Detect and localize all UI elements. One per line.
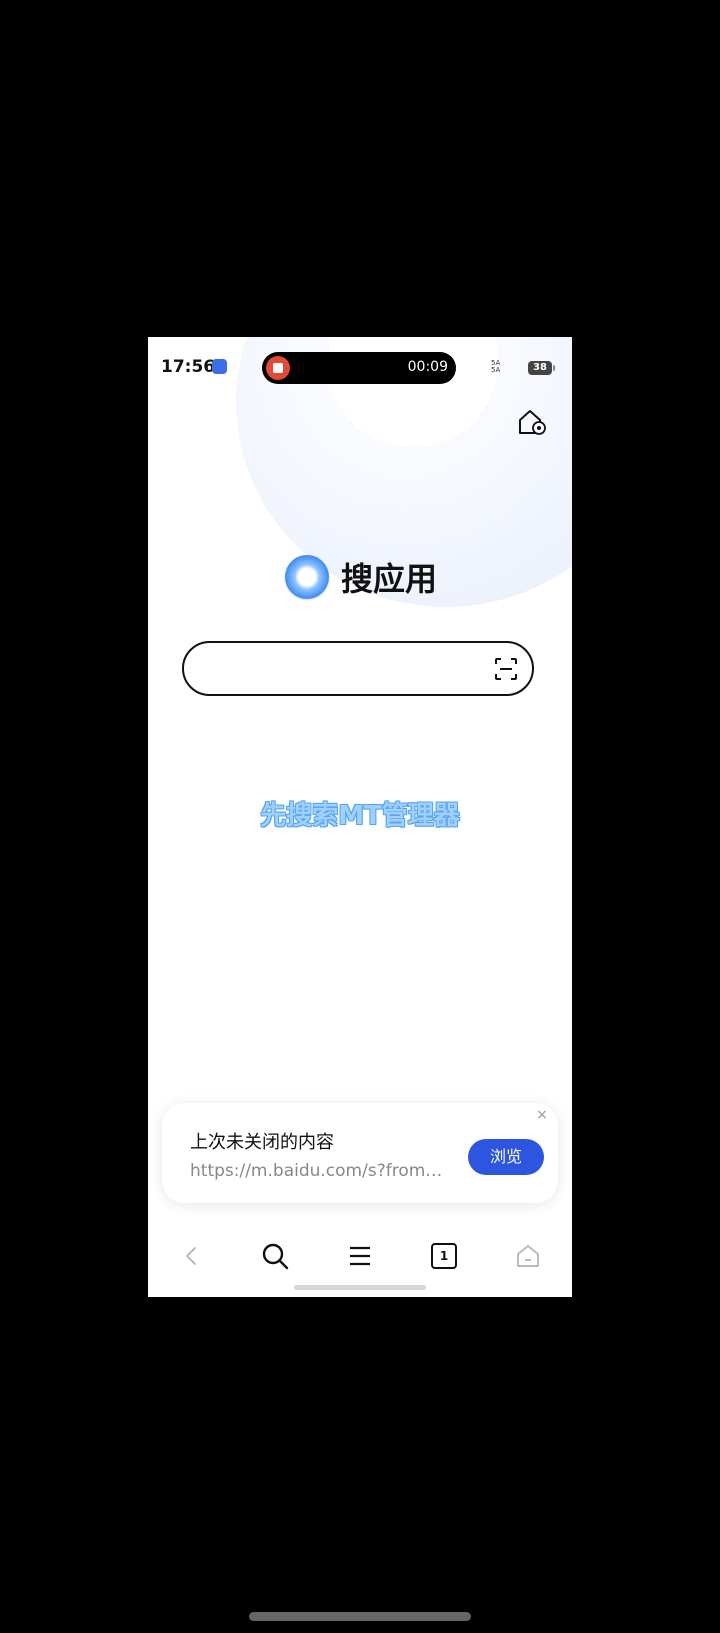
- menu-icon: [350, 1246, 370, 1266]
- tabs-count: 1: [439, 1249, 449, 1263]
- home-settings-icon[interactable]: [517, 407, 547, 437]
- browser-screen: 17:56 00:09 5A 5A 38 搜应用 先搜索MT管理器 上次未关闭的…: [148, 337, 572, 1297]
- bottom-navigation: 1: [148, 1230, 572, 1280]
- app-logo: 搜应用: [285, 555, 437, 599]
- search-input[interactable]: [204, 655, 478, 685]
- resume-url: https://m.baidu.com/s?from=…: [190, 1161, 450, 1181]
- battery-tip: [553, 365, 555, 371]
- signal-icon: 5A 5A: [491, 359, 501, 374]
- resume-title: 上次未关闭的内容: [190, 1132, 334, 1153]
- close-icon[interactable]: ×: [534, 1107, 550, 1123]
- search-app-logo-icon: [285, 555, 329, 599]
- search-icon: [262, 1243, 289, 1270]
- gesture-bar[interactable]: [294, 1285, 426, 1290]
- back-icon: [186, 1247, 196, 1265]
- voice-app-icon: [212, 359, 227, 374]
- nav-search-button[interactable]: [255, 1236, 295, 1276]
- nav-home-button[interactable]: [508, 1236, 548, 1276]
- nav-menu-button[interactable]: [340, 1236, 380, 1276]
- battery-icon: 38: [528, 361, 552, 375]
- browse-button[interactable]: 浏览: [468, 1139, 544, 1175]
- video-caption: 先搜索MT管理器: [260, 801, 460, 831]
- resume-last-session-card[interactable]: 上次未关闭的内容 https://m.baidu.com/s?from=… × …: [162, 1103, 558, 1203]
- status-time: 17:56: [161, 357, 216, 377]
- tabs-icon: 1: [431, 1243, 457, 1269]
- recording-time: 00:09: [407, 359, 448, 375]
- system-gesture-bar[interactable]: [249, 1612, 471, 1621]
- logo-text: 搜应用: [341, 560, 438, 598]
- nav-tabs-button[interactable]: 1: [424, 1236, 464, 1276]
- record-stop-icon[interactable]: [266, 356, 290, 380]
- scan-icon[interactable]: [494, 657, 518, 681]
- search-box[interactable]: [182, 641, 534, 696]
- nav-back-button[interactable]: [172, 1236, 212, 1276]
- home-icon: [517, 1245, 539, 1267]
- screen-recording-pill[interactable]: 00:09: [262, 352, 456, 384]
